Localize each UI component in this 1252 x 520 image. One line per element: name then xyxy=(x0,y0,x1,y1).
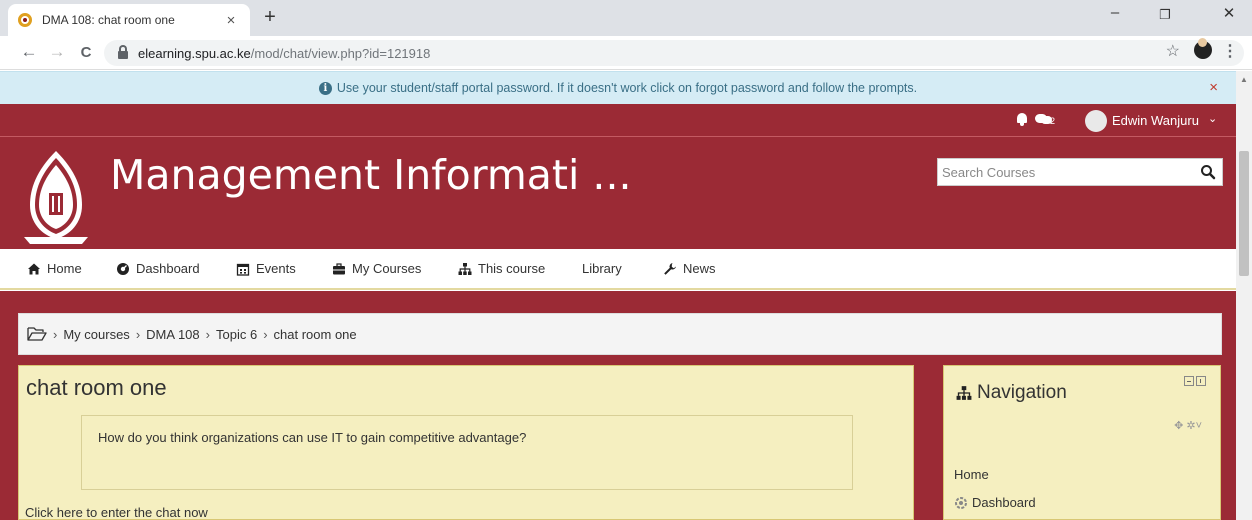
browser-tab-bar: DMA 108: chat room one × + – ❐ ✕ xyxy=(0,0,1252,36)
scroll-thumb[interactable] xyxy=(1239,151,1249,276)
breadcrumb: › My courses › DMA 108 › Topic 6 › chat … xyxy=(18,313,1222,355)
alert-text: Use your student/staff portal password. … xyxy=(336,81,918,95)
lock-icon xyxy=(118,45,128,59)
breadcrumb-separator: › xyxy=(263,326,268,342)
site-title[interactable]: Management Informati ... xyxy=(110,151,632,199)
block-controls xyxy=(1184,376,1206,386)
block-actions-icon[interactable]: ✥ ✲˅ xyxy=(1174,419,1202,432)
nav-item-label: Dashboard xyxy=(972,495,1036,510)
navigation-block: Navigation ✥ ✲˅ Home Dashboard xyxy=(943,365,1221,520)
forward-button[interactable]: → xyxy=(46,42,68,62)
main-region: chat room one How do you think organizat… xyxy=(18,365,914,520)
collapse-block-icon[interactable] xyxy=(1184,376,1194,386)
menu-item-events[interactable]: Events xyxy=(236,261,296,276)
wrench-icon xyxy=(664,262,676,275)
menu-item-news[interactable]: News xyxy=(663,261,716,276)
restore-button[interactable]: ❐ xyxy=(1150,7,1180,23)
message-count-badge: 2 xyxy=(1050,116,1056,126)
menu-item-home[interactable]: Home xyxy=(27,261,82,276)
url-host: elearning.spu.ac.ke xyxy=(138,45,251,61)
menu-label: This course xyxy=(478,261,546,276)
course-search xyxy=(937,158,1223,186)
site-favicon-icon xyxy=(18,13,32,27)
block-title-text: Navigation xyxy=(977,382,1067,403)
menu-item-my-courses[interactable]: My Courses xyxy=(332,261,421,276)
menu-label: Library xyxy=(582,261,622,276)
alert-close-icon[interactable]: × xyxy=(1209,79,1218,96)
nav-item-home[interactable]: Home xyxy=(954,467,989,482)
university-logo[interactable] xyxy=(22,149,90,245)
menu-label: Dashboard xyxy=(136,261,200,276)
close-window-button[interactable]: ✕ xyxy=(1214,4,1244,22)
back-button[interactable]: ← xyxy=(18,42,40,62)
page-title: chat room one xyxy=(26,375,167,400)
chat-intro-text: How do you think organizations can use I… xyxy=(98,430,527,445)
menu-item-this-course[interactable]: This course xyxy=(458,261,545,276)
tab-close-icon[interactable]: × xyxy=(222,12,240,29)
menu-label: Events xyxy=(256,261,296,276)
calendar-icon xyxy=(236,263,250,276)
folder-open-icon xyxy=(27,327,47,341)
dashboard-gear-icon xyxy=(955,496,967,509)
url-path: /mod/chat/view.php?id=121918 xyxy=(250,45,431,61)
browser-menu-icon[interactable]: ⋮ xyxy=(1222,41,1238,61)
sitemap-icon xyxy=(458,262,472,275)
user-avatar[interactable] xyxy=(1085,110,1107,132)
menu-label: News xyxy=(683,261,716,276)
info-icon: i xyxy=(318,81,332,95)
nav-item-dashboard[interactable]: Dashboard xyxy=(954,495,1036,510)
address-bar: ← → C elearning.spu.ac.ke/mod/chat/view.… xyxy=(0,36,1252,70)
url-field[interactable]: elearning.spu.ac.ke/mod/chat/view.php?id… xyxy=(104,40,1244,66)
site-header: Management Informati ... xyxy=(0,137,1236,249)
dock-block-icon[interactable] xyxy=(1196,376,1206,386)
menu-item-library[interactable]: Library xyxy=(582,261,622,276)
breadcrumb-separator: › xyxy=(205,326,210,342)
briefcase-icon xyxy=(333,262,345,274)
user-menu[interactable]: Edwin Wanjuru xyxy=(1112,113,1199,128)
bookmark-star-icon[interactable]: ☆ xyxy=(1166,41,1180,61)
notification-bell-icon[interactable] xyxy=(1016,113,1028,126)
search-icon[interactable] xyxy=(1200,164,1216,180)
enter-chat-link[interactable]: Click here to enter the chat now xyxy=(25,505,208,520)
breadcrumb-topic[interactable]: Topic 6 xyxy=(216,327,257,342)
breadcrumb-separator: › xyxy=(53,326,58,342)
block-title: Navigation xyxy=(956,382,1067,404)
dashboard-icon xyxy=(117,262,129,275)
sitemap-icon xyxy=(956,386,972,400)
page-scrollbar[interactable]: ▲ xyxy=(1236,71,1252,520)
scroll-up-arrow-icon[interactable]: ▲ xyxy=(1240,75,1248,84)
chat-intro-box: How do you think organizations can use I… xyxy=(81,415,853,490)
menu-item-dashboard[interactable]: Dashboard xyxy=(116,261,200,276)
main-menu-bar: Home Dashboard Events My Courses This co… xyxy=(0,249,1236,290)
menu-label: My Courses xyxy=(352,261,422,276)
tab-title: DMA 108: chat room one xyxy=(42,13,175,27)
profile-avatar-icon[interactable] xyxy=(1194,38,1212,59)
home-icon xyxy=(28,263,40,274)
breadcrumb-my-courses[interactable]: My courses xyxy=(63,327,129,342)
breadcrumb-separator: › xyxy=(135,326,141,342)
search-courses-input[interactable] xyxy=(938,159,1196,185)
browser-tab[interactable]: DMA 108: chat room one × xyxy=(8,4,250,36)
breadcrumb-current[interactable]: chat room one xyxy=(274,327,357,342)
alert-banner: i Use your student/staff portal password… xyxy=(0,71,1236,104)
breadcrumb-course[interactable]: DMA 108 xyxy=(146,327,199,342)
user-bar: 2 Edwin Wanjuru ⌄ xyxy=(0,104,1236,137)
chevron-down-icon[interactable]: ⌄ xyxy=(1208,112,1217,125)
reload-button[interactable]: C xyxy=(75,44,97,61)
new-tab-button[interactable]: + xyxy=(258,6,282,29)
menu-label: Home xyxy=(47,261,82,276)
minimize-button[interactable]: – xyxy=(1100,4,1130,21)
